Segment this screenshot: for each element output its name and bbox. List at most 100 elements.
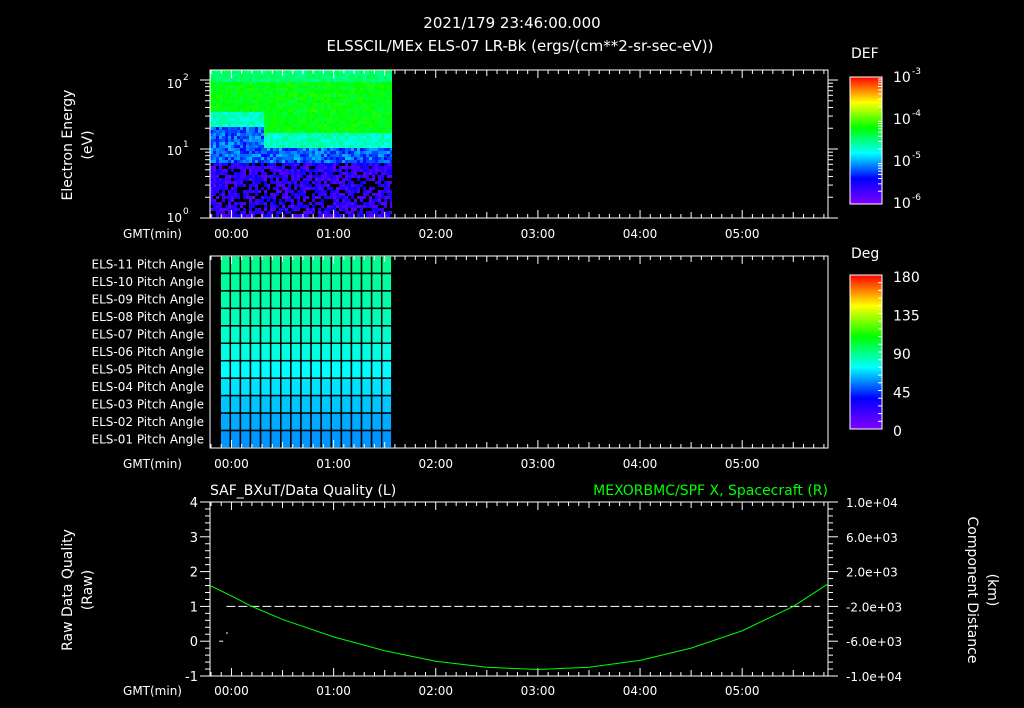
distance-ytick-label: 2.0e+03 [846,566,898,580]
pitch-cell [249,359,262,379]
deg-colorbar-label: Deg [851,246,879,262]
pitch-cell [269,272,282,292]
time-tick-label: 04:00 [623,227,658,241]
pitch-cell [370,325,383,345]
pitch-cell [350,325,363,345]
pitch-cell [310,342,322,362]
pitch-cell [320,342,333,362]
pitch-cell [310,307,322,327]
pitch-cell [249,412,262,432]
pitch-cell [229,342,242,362]
pitch-cell [269,307,282,327]
pitch-cell [290,290,302,310]
pitch-cell [340,359,353,379]
pitch-cell [249,377,262,397]
pitch-cell [280,290,292,310]
pitch-cell [330,394,343,414]
pitch-cell [259,342,272,362]
pitch-cell [219,342,232,362]
pitch-cell [239,290,252,310]
quality-ytick-label: 4 [190,496,198,511]
distance-ylabel-line2: (km) [984,574,1000,607]
pitch-cell [370,412,383,432]
plot-title: ELSSCIL/MEx ELS-07 LR-Bk (ergs/(cm**2-sr… [326,37,713,55]
pitch-cell [249,325,262,345]
distance-ytick-label: 6.0e+03 [846,531,898,545]
pitch-cell [239,342,252,362]
pitch-cell [269,412,282,432]
pitch-cell [280,412,292,432]
pitch-cell [269,342,282,362]
pitch-row-label: ELS-03 Pitch Angle [92,397,204,411]
quality-panel: SAF_BXuT/Data Quality (L) MEXORBMC/SPF X… [60,483,1000,698]
svg-text:0: 0 [183,207,189,217]
svg-text:10: 10 [167,211,182,225]
time-tick-label: 00:00 [214,457,249,471]
pitch-cell [269,325,282,345]
deg-tick-label: 90 [893,347,911,363]
pitch-cell [340,325,353,345]
pitch-cell [249,342,262,362]
pitch-cell [370,394,383,414]
pitch-cell [269,394,282,414]
pitch-cell [360,272,373,292]
pitch-cell [380,429,393,449]
pitch-cell [290,359,302,379]
pitch-cell [290,342,302,362]
deg-tick-label: 180 [893,270,920,286]
gmt-label-3: GMT(min) [123,684,182,698]
time-tick-label: 05:00 [725,457,760,471]
def-colorbar-label: DEF [851,46,879,62]
energy-panel: Electron Energy (eV) 10 2 10 1 10 0 GMT(min… [60,46,921,241]
pitch-cell [310,412,322,432]
pitch-cell [370,342,383,362]
pitch-cell [340,429,353,449]
quality-ytick-label: -1 [185,670,198,685]
plot-datetime: 2021/179 23:46:00.000 [423,14,600,32]
pitch-cell [229,272,242,292]
pitch-cell [229,377,242,397]
pitch-cell [280,359,292,379]
pitch-cell [350,412,363,432]
pitch-cell [350,429,363,449]
plot-canvas: 2021/179 23:46:00.000 ELSSCIL/MEx ELS-07… [60,14,1000,698]
svg-text:-5: -5 [912,151,921,161]
deg-tick-label: 0 [893,424,902,440]
svg-text:10: 10 [893,154,911,170]
pitch-cell [249,290,262,310]
pitch-cell [370,290,383,310]
energy-ytick-100: 10 2 [167,73,189,91]
pitch-cell [229,290,242,310]
pitch-cell [259,412,272,432]
pitch-cell [360,325,373,345]
pitch-cell [370,377,383,397]
pitch-cell [280,272,292,292]
distance-ylabel-line1: Component Distance [964,517,980,664]
pitch-cell [300,325,312,345]
pitch-cell [380,307,393,327]
deg-tick-label: 45 [893,386,911,402]
time-tick-label: 01:00 [316,227,351,241]
pitch-cell [239,412,252,432]
pitch-cell [269,290,282,310]
def-colorbar [849,76,883,205]
pitch-cell [259,307,272,327]
pitch-cell [219,272,232,292]
pitch-cell [219,325,232,345]
def-tick-label: 10 -3 [893,67,921,86]
pitch-cell [330,342,343,362]
time-tick-label: 05:00 [725,227,760,241]
pitch-cell [229,394,242,414]
pitch-row-label: ELS-04 Pitch Angle [92,380,204,394]
pitch-cell [340,255,353,275]
quality-ylabel-line1: Raw Data Quality [60,529,76,651]
time-tick-label: 01:00 [316,684,351,698]
pitch-cell [239,359,252,379]
pitch-cell [239,394,252,414]
pitch-cell [330,325,343,345]
pitch-cell [350,342,363,362]
pitch-cell [360,429,373,449]
pitch-cell [380,412,393,432]
energy-ytick-1: 10 0 [167,207,189,225]
pitch-cell [290,394,302,414]
